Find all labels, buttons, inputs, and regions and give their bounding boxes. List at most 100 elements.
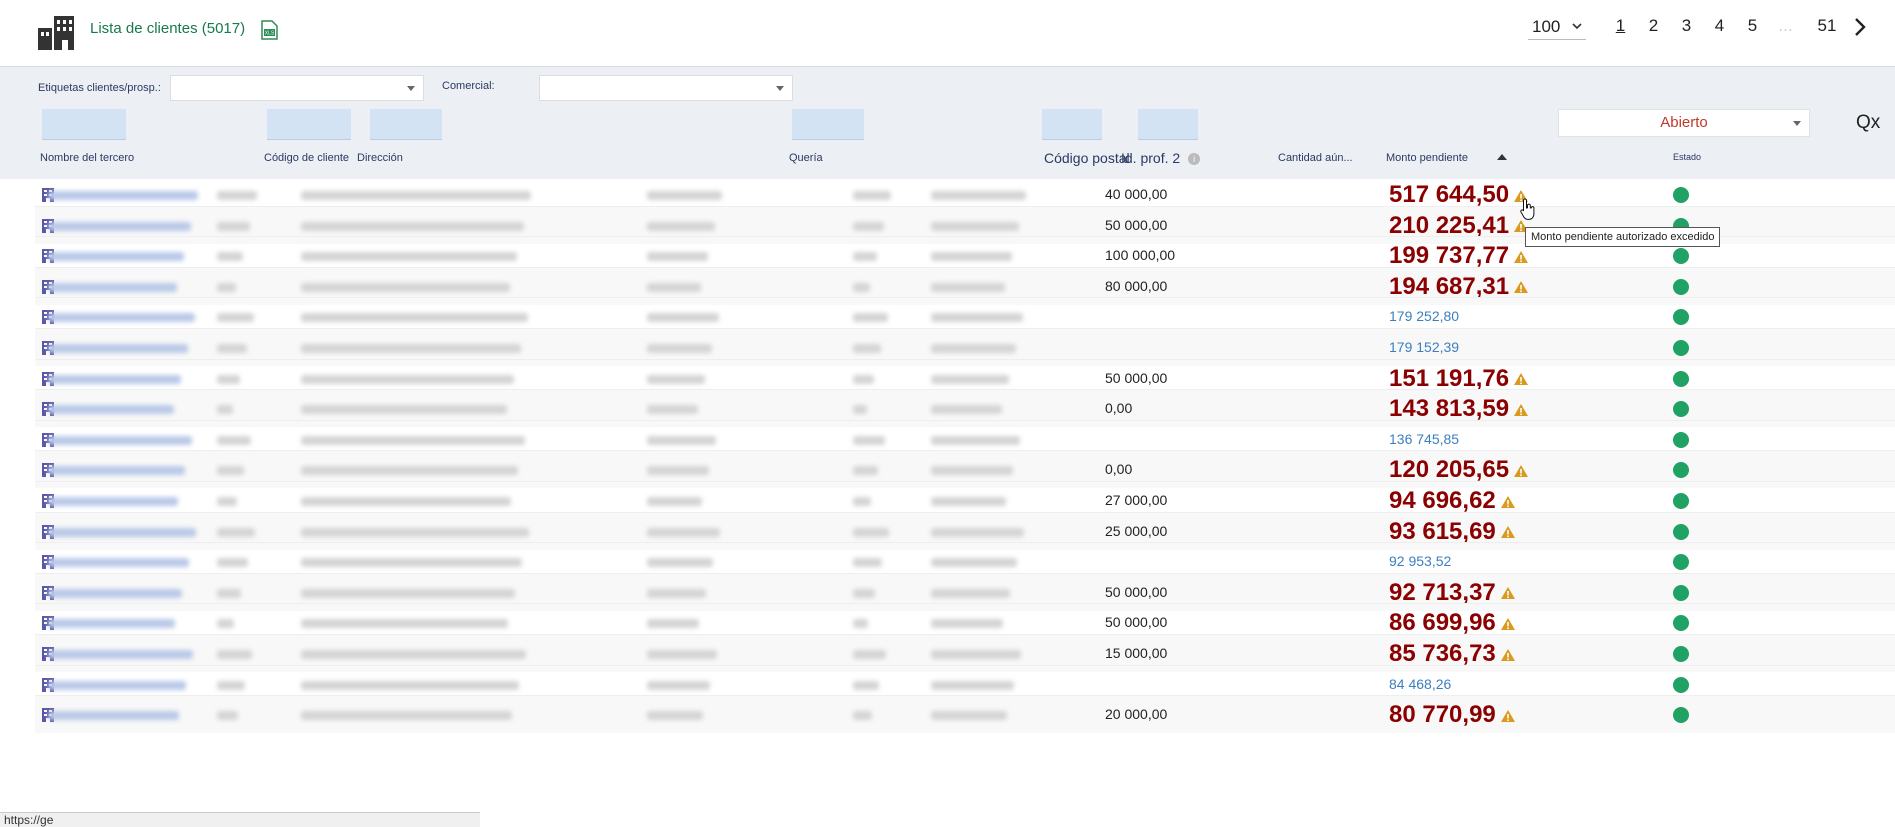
client-name-link[interactable]: [48, 711, 179, 721]
client-town: [647, 344, 712, 353]
client-address: [301, 282, 510, 292]
col-qty[interactable]: Cantidad aún...: [1278, 152, 1353, 164]
page-title: Lista de clientes (5017): [90, 20, 246, 37]
col-code[interactable]: Código de cliente: [264, 152, 349, 164]
client-name-link[interactable]: [48, 221, 191, 231]
client-zip: [853, 374, 874, 384]
warning-icon: [1500, 495, 1515, 508]
page-link[interactable]: 4: [1703, 16, 1736, 36]
col-town[interactable]: Quería: [789, 152, 823, 164]
status-filter-select[interactable]: Abierto: [1558, 109, 1810, 137]
client-zip: [853, 466, 878, 476]
client-address: [301, 650, 526, 659]
client-name-link[interactable]: [48, 680, 186, 690]
client-town: [647, 221, 715, 231]
page-link[interactable]: 1: [1604, 16, 1637, 36]
client-zip: [853, 282, 870, 292]
chevron-down-icon: [1572, 23, 1582, 30]
client-prof2: [931, 650, 1021, 659]
client-name-link[interactable]: [48, 619, 175, 629]
chevron-right-icon[interactable]: [1850, 16, 1870, 38]
col-zip[interactable]: Código postal: [1044, 150, 1130, 166]
caret-down-icon: [1793, 121, 1801, 126]
outstanding-amount-value[interactable]: 179 152,39: [1389, 339, 1459, 355]
client-name-link[interactable]: [48, 344, 188, 353]
client-name-link[interactable]: [48, 466, 185, 476]
outstanding-amount-value: 92 713,37: [1389, 578, 1496, 606]
client-prof2: [931, 680, 1014, 690]
client-zip: [853, 619, 868, 629]
client-town: [647, 680, 710, 690]
client-zip: [853, 435, 885, 445]
client-zip: [853, 497, 871, 506]
page-link[interactable]: 51: [1802, 16, 1852, 36]
outstanding-amount-value[interactable]: 136 745,85: [1389, 431, 1459, 447]
client-name-link[interactable]: [48, 405, 174, 415]
client-code: [217, 527, 255, 537]
outstanding-amount-value: 199 737,77: [1389, 242, 1510, 270]
client-name-link[interactable]: [48, 527, 196, 537]
outstanding-amount-value: 120 205,65: [1389, 456, 1510, 484]
status-open-dot: [1673, 584, 1689, 601]
outstanding-amount-value[interactable]: 179 252,80: [1389, 308, 1459, 324]
col-amount[interactable]: Monto pendiente: [1386, 152, 1468, 164]
client-address: [301, 619, 508, 629]
col-name[interactable]: Nombre del tercero: [40, 152, 134, 164]
rows-per-page-select[interactable]: 100: [1528, 14, 1586, 40]
client-zip: [853, 711, 872, 721]
client-zip: [853, 588, 875, 598]
client-name-link[interactable]: [48, 374, 181, 384]
client-town: [647, 313, 719, 323]
prof2-filter-input[interactable]: [1138, 109, 1198, 140]
outstanding-amount-value: 194 687,31: [1389, 272, 1510, 300]
browser-status-url: https://ge: [0, 812, 480, 827]
client-address: [301, 252, 517, 262]
client-zip: [853, 680, 879, 690]
status-open-dot: [1673, 248, 1689, 265]
sales-rep-filter-label: Comercial:: [442, 80, 495, 92]
client-name-link[interactable]: [48, 497, 178, 506]
outstanding-amount-value[interactable]: 92 953,52: [1389, 553, 1451, 569]
page-link[interactable]: 3: [1670, 16, 1703, 36]
client-zip: [853, 558, 882, 568]
page-link[interactable]: 5: [1736, 16, 1769, 36]
table-header: Nombre del tercero Código de cliente Dir…: [35, 144, 1895, 178]
client-name-link[interactable]: [48, 252, 184, 262]
client-prof2: [931, 435, 1020, 445]
client-prof2: [931, 527, 1024, 537]
sort-ascending-icon[interactable]: [1497, 154, 1507, 160]
client-prof2: [931, 558, 1017, 568]
col-status[interactable]: Estado: [1673, 152, 1701, 162]
client-prof2: [931, 282, 1005, 292]
col-prof2[interactable]: Id. prof. 2 i: [1121, 150, 1201, 166]
zip-filter-input[interactable]: [1042, 109, 1102, 140]
outstanding-amount-value: 143 813,59: [1389, 395, 1510, 423]
address-filter-input[interactable]: [370, 109, 442, 140]
outstanding-amount-value[interactable]: 84 468,26: [1389, 676, 1451, 692]
client-address: [301, 221, 524, 231]
col-address[interactable]: Dirección: [357, 152, 403, 164]
client-prof2: [931, 466, 1013, 476]
client-prof2: [931, 313, 1023, 323]
pagination: 1 2 3 4 5 ... 51: [1604, 16, 1852, 36]
client-code: [217, 558, 248, 568]
town-filter-input[interactable]: [792, 109, 864, 140]
client-name-link[interactable]: [48, 558, 189, 568]
export-spreadsheet-icon[interactable]: XLS: [258, 19, 280, 41]
sales-rep-filter-select[interactable]: [539, 75, 793, 101]
client-name-link[interactable]: [48, 313, 195, 323]
client-name-link[interactable]: [48, 191, 198, 200]
client-code: [217, 497, 237, 506]
code-filter-input[interactable]: [267, 109, 351, 140]
client-name-link[interactable]: [48, 588, 182, 598]
client-town: [647, 527, 720, 537]
client-name-link[interactable]: [48, 282, 177, 292]
name-filter-input[interactable]: [42, 109, 126, 140]
tags-filter-select[interactable]: [170, 75, 424, 101]
qx-button[interactable]: Qx: [1856, 112, 1880, 134]
status-open-dot: [1673, 431, 1689, 448]
page-link[interactable]: 2: [1637, 16, 1670, 36]
client-name-link[interactable]: [48, 650, 193, 659]
client-town: [647, 374, 705, 384]
client-name-link[interactable]: [48, 435, 192, 445]
